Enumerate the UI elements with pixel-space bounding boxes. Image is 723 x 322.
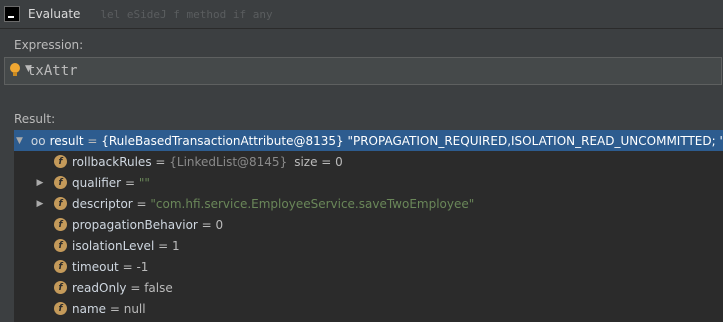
expression-field[interactable]: ▼: [4, 57, 723, 85]
equals-sign: =: [154, 238, 172, 253]
window-title: Evaluate: [28, 7, 81, 21]
field-row-descriptor[interactable]: ▶ f descriptor = "com.hfi.service.Employee…: [14, 193, 723, 214]
expression-input[interactable]: [19, 60, 723, 82]
title-bar: Evaluate lel eSideJ f method if any: [0, 0, 723, 29]
field-name: readOnly: [72, 280, 127, 295]
equals-sign: =: [121, 175, 139, 190]
field-ref: {LinkedList@8145}: [169, 154, 288, 169]
result-root-row[interactable]: ▼ oo result = {RuleBasedTransactionAttri…: [14, 130, 723, 151]
field-icon: f: [54, 197, 67, 210]
result-label: Result:: [14, 112, 56, 126]
field-value: "": [138, 175, 150, 190]
field-icon: f: [54, 218, 67, 231]
field-icon: f: [54, 155, 67, 168]
field-name: qualifier: [72, 175, 122, 190]
equals-sign: =: [83, 133, 102, 148]
equals-sign: =: [106, 301, 124, 316]
expression-label: Expression:: [14, 38, 84, 52]
field-value: 0: [215, 217, 224, 232]
equals-sign: =: [197, 217, 216, 232]
field-value: size = 0: [294, 154, 343, 169]
equals-sign: =: [132, 196, 151, 211]
collapse-arrow-icon[interactable]: ▼: [16, 136, 23, 146]
result-name: result: [49, 133, 84, 148]
field-name: name: [72, 301, 107, 316]
background-code-ghost: lel eSideJ f method if any: [100, 7, 273, 21]
field-icon: f: [54, 302, 67, 315]
field-name: rollbackRules: [72, 154, 152, 169]
result-value: {RuleBasedTransactionAttribute@8135} "PR…: [101, 133, 723, 148]
field-icon: f: [54, 260, 67, 273]
field-name: propagationBehavior: [72, 217, 198, 232]
expand-arrow-icon[interactable]: ▶: [35, 178, 45, 188]
field-name: timeout: [72, 259, 119, 274]
field-row-propagationBehavior[interactable]: f propagationBehavior = 0: [14, 214, 723, 235]
object-icon: oo: [30, 133, 46, 148]
expand-arrow-icon[interactable]: ▶: [35, 199, 45, 209]
field-value: null: [123, 301, 146, 316]
intellij-app-icon: [4, 6, 20, 22]
field-icon: f: [54, 281, 67, 294]
field-row-qualifier[interactable]: ▶ f qualifier = "": [14, 172, 723, 193]
equals-sign: =: [151, 154, 170, 169]
field-row-readOnly[interactable]: f readOnly = false: [14, 277, 723, 298]
field-row-rollbackRules[interactable]: f rollbackRules = {LinkedList@8145} size =…: [14, 151, 723, 172]
equals-sign: =: [126, 280, 145, 295]
field-icon: f: [54, 239, 67, 252]
field-value: 1: [171, 238, 180, 253]
field-value: -1: [136, 259, 149, 274]
field-value: false: [144, 280, 173, 295]
field-row-isolationLevel[interactable]: f isolationLevel = 1: [14, 235, 723, 256]
field-row-name[interactable]: f name = null: [14, 298, 723, 319]
field-icon: f: [54, 176, 67, 189]
field-name: descriptor: [72, 196, 133, 211]
field-name: isolationLevel: [72, 238, 155, 253]
result-tree[interactable]: ▼ oo result = {RuleBasedTransactionAttri…: [14, 130, 723, 322]
field-row-timeout[interactable]: f timeout = -1: [14, 256, 723, 277]
equals-sign: =: [118, 259, 137, 274]
field-value: "com.hfi.service.EmployeeService.saveTwo…: [150, 196, 475, 211]
